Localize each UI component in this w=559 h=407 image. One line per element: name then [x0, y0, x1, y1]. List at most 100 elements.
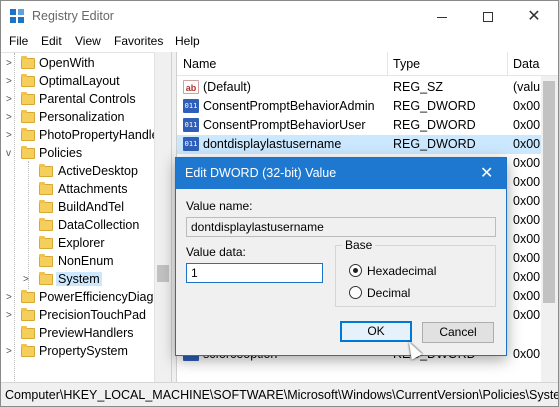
list-scrollbar-thumb[interactable] [543, 81, 555, 303]
tree-item-optimallayout[interactable]: > OptimalLayout [1, 73, 171, 91]
folder-icon [21, 326, 35, 339]
value-data-hidden: 0x00 [513, 213, 541, 227]
folder-icon [21, 308, 35, 321]
list-header: Name Type Data [177, 52, 558, 76]
tree-item-activedesktop[interactable]: ActiveDesktop [1, 163, 171, 181]
close-button[interactable]: ✕ [511, 1, 557, 31]
status-path: Computer\HKEY_LOCAL_MACHINE\SOFTWARE\Mic… [5, 388, 559, 402]
value-row-consentpromptbehavioradmin[interactable]: 011 ConsentPromptBehaviorAdmin REG_DWORD… [177, 97, 558, 116]
registry-editor-window: Registry Editor ✕ File Edit View Favorit… [0, 0, 559, 407]
tree-item-buildandtel[interactable]: BuildAndTel [1, 199, 171, 217]
folder-icon [21, 290, 35, 303]
menu-view[interactable]: View [75, 34, 101, 48]
tree-item-label: OpenWith [39, 56, 95, 70]
tree-item-personalization[interactable]: > Personalization [1, 109, 171, 127]
registry-tree[interactable]: > OpenWith > OptimalLayout > Parental Co… [1, 52, 171, 382]
expand-icon[interactable]: > [6, 112, 12, 123]
tree-item-label: PreviewHandlers [39, 326, 134, 340]
hexadecimal-radio[interactable] [349, 264, 362, 277]
maximize-icon [483, 12, 493, 23]
hexadecimal-label[interactable]: Hexadecimal [367, 264, 436, 278]
value-name: ConsentPromptBehaviorAdmin [203, 99, 375, 113]
tree-item-datacollection[interactable]: DataCollection [1, 217, 171, 235]
decimal-radio[interactable] [349, 286, 362, 299]
folder-icon [21, 128, 35, 141]
value-row-default[interactable]: ab (Default) REG_SZ (valu [177, 78, 558, 97]
tree-item-previewhandlers[interactable]: PreviewHandlers [1, 325, 171, 343]
string-value-icon: ab [183, 80, 199, 94]
column-header-type[interactable]: Type [393, 57, 420, 71]
menu-favorites[interactable]: Favorites [114, 34, 163, 48]
folder-icon [21, 92, 35, 105]
dialog-title: Edit DWORD (32-bit) Value [185, 166, 337, 180]
value-name: (Default) [203, 80, 251, 94]
tree-scrollbar-thumb[interactable] [157, 265, 169, 282]
column-header-name[interactable]: Name [183, 57, 216, 71]
expand-icon[interactable]: > [6, 76, 12, 87]
list-scrollbar[interactable] [541, 76, 558, 382]
folder-icon [39, 164, 53, 177]
menu-file[interactable]: File [9, 34, 28, 48]
value-data-hidden: 0x00 [513, 156, 541, 170]
value-type: REG_SZ [393, 80, 444, 94]
value-data-hidden: 0x00 [513, 175, 541, 189]
value-data-hidden: 0x00 [513, 232, 541, 246]
tree-item-policies[interactable]: v Policies [1, 145, 171, 163]
maximize-button[interactable] [465, 1, 511, 31]
expand-icon[interactable]: > [6, 310, 12, 321]
tree-item-label: Attachments [58, 182, 128, 196]
folder-icon [39, 182, 53, 195]
value-data: 0x00 [513, 347, 541, 361]
folder-icon [21, 74, 35, 87]
minimize-button[interactable] [419, 1, 465, 31]
tree-item-explorer[interactable]: Explorer [1, 235, 171, 253]
dword-value-icon: 011 [183, 99, 199, 113]
dialog-title-bar: Edit DWORD (32-bit) Value ✕ [176, 158, 506, 189]
menu-edit[interactable]: Edit [41, 34, 62, 48]
value-row-consentpromptbehavioruser[interactable]: 011 ConsentPromptBehaviorUser REG_DWORD … [177, 116, 558, 135]
expand-icon[interactable]: > [6, 346, 12, 357]
tree-item-propertysystem[interactable]: > PropertySystem [1, 343, 171, 361]
expand-icon[interactable]: > [6, 58, 12, 69]
value-data-hidden: 0x00 [513, 289, 541, 303]
decimal-label[interactable]: Decimal [367, 286, 410, 300]
tree-item-powerefficiencydiagnostics[interactable]: > PowerEfficiencyDiagn [1, 289, 171, 307]
folder-icon [39, 254, 53, 267]
tree-item-system[interactable]: > System [1, 271, 171, 289]
tree-item-label: PhotoPropertyHandle [39, 128, 159, 142]
value-data-hidden: 0x00 [513, 270, 541, 284]
tree-item-label: DataCollection [58, 218, 140, 232]
value-data-hidden: 0x00 [513, 251, 541, 265]
tree-item-label: PowerEfficiencyDiagn [39, 290, 161, 304]
value-row-dontdisplaylastusername[interactable]: 011 dontdisplaylastusername REG_DWORD 0x… [177, 135, 558, 154]
tree-scrollbar[interactable] [154, 52, 171, 382]
expand-icon[interactable]: > [6, 130, 12, 141]
tree-item-photopropertyhandler[interactable]: > PhotoPropertyHandle [1, 127, 171, 145]
folder-icon [39, 236, 53, 249]
expand-icon[interactable]: > [6, 292, 12, 303]
tree-item-precisiontouchpad[interactable]: > PrecisionTouchPad [1, 307, 171, 325]
menu-help[interactable]: Help [175, 34, 200, 48]
expand-icon[interactable]: > [6, 94, 12, 105]
tree-item-label: Personalization [39, 110, 125, 124]
tree-item-nonenum[interactable]: NonEnum [1, 253, 171, 271]
value-type: REG_DWORD [393, 137, 476, 151]
value-name-field[interactable]: dontdisplaylastusername [186, 217, 496, 237]
value-data-field[interactable]: 1 [186, 263, 323, 283]
ok-button[interactable]: OK [340, 321, 412, 342]
tree-item-attachments[interactable]: Attachments [1, 181, 171, 199]
tree-item-label: PropertySystem [39, 344, 128, 358]
column-header-data[interactable]: Data [513, 57, 539, 71]
dialog-close-icon[interactable]: ✕ [480, 163, 493, 183]
base-label: Base [342, 238, 376, 252]
value-data-label: Value data: [186, 245, 246, 259]
folder-icon [39, 200, 53, 213]
collapse-icon[interactable]: v [6, 148, 11, 159]
tree-item-openwith[interactable]: > OpenWith [1, 55, 171, 73]
tree-item-label: NonEnum [58, 254, 114, 268]
cancel-button[interactable]: Cancel [422, 322, 494, 343]
tree-item-label: Parental Controls [39, 92, 136, 106]
tree-item-parental-controls[interactable]: > Parental Controls [1, 91, 171, 109]
expand-icon[interactable]: > [23, 274, 29, 285]
folder-icon [39, 272, 53, 285]
